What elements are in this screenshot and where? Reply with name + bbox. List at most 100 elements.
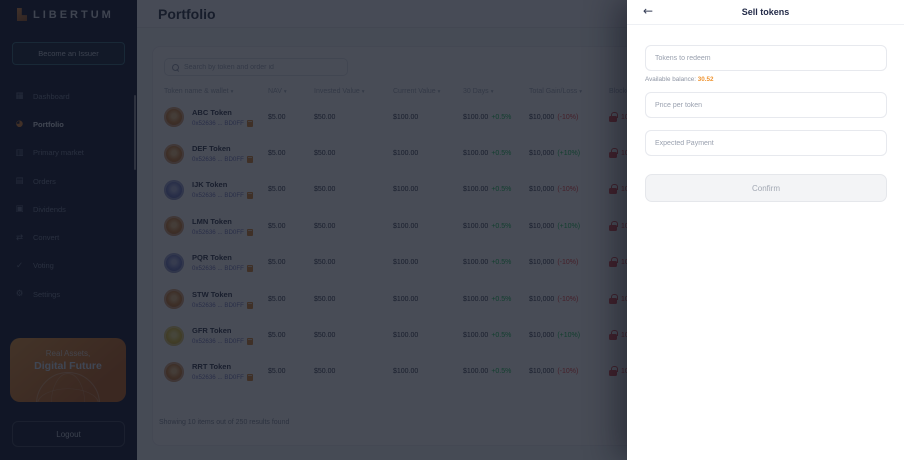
token-name: DEF Token xyxy=(192,144,253,153)
days30-change: +0.5% xyxy=(491,259,511,266)
sidebar-item[interactable]: ◕ Portfolio xyxy=(0,110,137,138)
sidebar-item-label: Settings xyxy=(33,290,60,299)
current-value: $100.00 xyxy=(393,259,463,266)
page-title: Portfolio xyxy=(158,6,216,22)
search-box xyxy=(164,58,348,76)
days30-cell: $100.00+0.5% xyxy=(463,186,529,193)
sidebar-item-label: Dividends xyxy=(33,205,66,214)
wallet-address: 0x52636 ... BD0FF xyxy=(192,192,244,199)
invested-value: $50.00 xyxy=(314,296,393,303)
sidebar-item[interactable]: ⚙ Settings xyxy=(0,280,137,308)
gain-change: (-10%) xyxy=(557,296,578,303)
token-name: LMN Token xyxy=(192,217,253,226)
table-row[interactable]: RRT Token 0x52636 ... BD0FF $5.00 $50.00… xyxy=(164,354,704,390)
current-value: $100.00 xyxy=(393,114,463,121)
copy-address-icon[interactable] xyxy=(247,338,253,345)
sort-caret-icon: ▾ xyxy=(491,89,494,95)
table-row[interactable]: LMN Token 0x52636 ... BD0FF $5.00 $50.00… xyxy=(164,208,704,244)
days30-value: $100.00 xyxy=(463,368,488,375)
table-row[interactable]: DEF Token 0x52636 ... BD0FF $5.00 $50.00… xyxy=(164,135,704,171)
token-cell: PQR Token 0x52636 ... BD0FF xyxy=(164,253,268,273)
invested-value: $50.00 xyxy=(314,223,393,230)
portfolio-icon: ◕ xyxy=(14,119,25,129)
available-balance-value: 30.52 xyxy=(698,76,714,83)
token-name: PQR Token xyxy=(192,253,253,262)
column-label: Current Value xyxy=(393,88,436,95)
gain-cell: $10,000(-10%) xyxy=(529,186,609,193)
table-row[interactable]: IJK Token 0x52636 ... BD0FF $5.00 $50.00… xyxy=(164,172,704,208)
tokens-to-redeem-input[interactable] xyxy=(645,45,887,71)
confirm-button[interactable]: Confirm xyxy=(645,174,887,202)
days30-change: +0.5% xyxy=(491,150,511,157)
sidebar-item[interactable]: ▦ Dashboard xyxy=(0,82,137,110)
sidebar-item-label: Primary market xyxy=(33,148,84,157)
sidebar-scrollbar[interactable] xyxy=(134,95,136,170)
wallet-address: 0x52636 ... BD0FF xyxy=(192,374,244,381)
current-value: $100.00 xyxy=(393,332,463,339)
gain-cell: $10,000(+10%) xyxy=(529,150,609,157)
lock-icon xyxy=(609,334,617,340)
sidebar-item-label: Dashboard xyxy=(33,92,70,101)
results-summary: Showing 10 items out of 250 results foun… xyxy=(159,419,289,426)
lock-icon xyxy=(609,298,617,304)
table-header-cell[interactable]: Invested Value▾ xyxy=(314,88,393,95)
days30-cell: $100.00+0.5% xyxy=(463,368,529,375)
token-name: STW Token xyxy=(192,290,253,299)
sidebar-item[interactable]: ⇄ Convert xyxy=(0,223,137,251)
token-coin-icon xyxy=(164,326,184,346)
logout-button[interactable]: Logout xyxy=(12,421,125,447)
sidebar-item[interactable]: ▥ Primary market xyxy=(0,139,137,167)
current-value: $100.00 xyxy=(393,296,463,303)
become-issuer-button[interactable]: Become an Issuer xyxy=(12,42,125,65)
gain-value: $10,000 xyxy=(529,296,554,303)
available-balance-label: Available balance: xyxy=(645,76,696,83)
token-coin-icon xyxy=(164,144,184,164)
table-row[interactable]: GFR Token 0x52636 ... BD0FF $5.00 $50.00… xyxy=(164,317,704,353)
copy-address-icon[interactable] xyxy=(247,302,253,309)
copy-address-icon[interactable] xyxy=(247,265,253,272)
copy-address-icon[interactable] xyxy=(247,229,253,236)
days30-cell: $100.00+0.5% xyxy=(463,259,529,266)
token-cell: IJK Token 0x52636 ... BD0FF xyxy=(164,180,268,200)
brand-name: LIBERTUM xyxy=(33,9,114,21)
token-cell: GFR Token 0x52636 ... BD0FF xyxy=(164,326,268,346)
wallet-address: 0x52636 ... BD0FF xyxy=(192,156,244,163)
libertum-logo-icon xyxy=(17,8,27,21)
invested-value: $50.00 xyxy=(314,259,393,266)
table-header-cell[interactable]: 30 Days▾ xyxy=(463,88,529,95)
sidebar-item[interactable]: ▣ Dividends xyxy=(0,195,137,223)
invested-value: $50.00 xyxy=(314,114,393,121)
table-header-cell[interactable]: NAV▾ xyxy=(268,88,314,95)
table-header-cell[interactable]: Total Gain/Loss▾ xyxy=(529,88,609,95)
table-header-cell[interactable]: Current Value▾ xyxy=(393,88,463,95)
nav-value: $5.00 xyxy=(268,296,314,303)
price-per-token-input[interactable] xyxy=(645,92,887,118)
copy-address-icon[interactable] xyxy=(247,156,253,163)
days30-value: $100.00 xyxy=(463,150,488,157)
expected-payment-input[interactable] xyxy=(645,130,887,156)
table-header-cell[interactable]: Token name & wallet▾ xyxy=(164,88,268,95)
sidebar-item[interactable]: ▤ Orders xyxy=(0,167,137,195)
invested-value: $50.00 xyxy=(314,150,393,157)
copy-address-icon[interactable] xyxy=(247,374,253,381)
sort-caret-icon: ▾ xyxy=(362,89,365,95)
gain-cell: $10,000(-10%) xyxy=(529,296,609,303)
token-cell: STW Token 0x52636 ... BD0FF xyxy=(164,289,268,309)
days30-cell: $100.00+0.5% xyxy=(463,114,529,121)
table-row[interactable]: PQR Token 0x52636 ... BD0FF $5.00 $50.00… xyxy=(164,245,704,281)
lock-icon xyxy=(609,370,617,376)
days30-change: +0.5% xyxy=(491,114,511,121)
sidebar-item[interactable]: ✓ Voting xyxy=(0,252,137,280)
sort-caret-icon: ▾ xyxy=(438,89,441,95)
days30-value: $100.00 xyxy=(463,186,488,193)
copy-address-icon[interactable] xyxy=(247,192,253,199)
dashboard-icon: ▦ xyxy=(14,91,25,101)
table-row[interactable]: ABC Token 0x52636 ... BD0FF $5.00 $50.00… xyxy=(164,99,704,135)
brand-logo: LIBERTUM xyxy=(17,8,114,21)
search-input[interactable] xyxy=(184,64,347,71)
copy-address-icon[interactable] xyxy=(247,120,253,127)
sidebar-item-label: Orders xyxy=(33,177,56,186)
settings-icon: ⚙ xyxy=(14,289,25,299)
table-row[interactable]: STW Token 0x52636 ... BD0FF $5.00 $50.00… xyxy=(164,281,704,317)
dividends-icon: ▣ xyxy=(14,204,25,214)
